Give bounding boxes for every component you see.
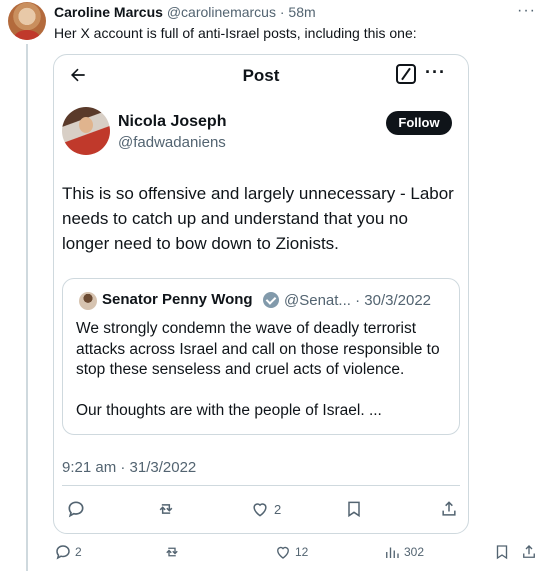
tweet-text: Her X account is full of anti-Israel pos… bbox=[54, 25, 417, 41]
share-button[interactable] bbox=[439, 499, 459, 519]
caroline-avatar[interactable] bbox=[8, 2, 46, 40]
quote-author-name: Senator Penny Wong bbox=[102, 291, 253, 308]
retweet-icon bbox=[159, 504, 173, 514]
author-handle[interactable]: @carolinemarcus bbox=[167, 4, 276, 20]
retweet-icon bbox=[166, 547, 178, 557]
post-author-handle[interactable]: @fadwadaniens bbox=[118, 134, 226, 151]
tweet-like-button[interactable]: 12 bbox=[274, 543, 308, 561]
quote-text: We strongly condemn the wave of deadly t… bbox=[76, 319, 454, 442]
quote-paragraph: We strongly condemn the wave of deadly t… bbox=[76, 320, 440, 378]
tweet-actions: 2 12 302 bbox=[0, 541, 550, 565]
nicola-avatar[interactable] bbox=[62, 107, 110, 155]
quote-date: · 30/3/2022 bbox=[355, 292, 432, 309]
author-name[interactable]: Caroline Marcus bbox=[54, 4, 163, 20]
tweet-like-count: 12 bbox=[295, 545, 309, 559]
views-button[interactable]: 302 bbox=[383, 543, 424, 561]
divider bbox=[62, 485, 460, 486]
quote-author-avatar bbox=[79, 292, 97, 310]
post-topbar: Post ··· bbox=[54, 55, 468, 95]
verified-badge-icon bbox=[263, 292, 279, 308]
follow-button[interactable]: Follow bbox=[386, 111, 452, 135]
tweet-reply-button[interactable]: 2 bbox=[54, 543, 82, 561]
post-author-name[interactable]: Nicola Joseph bbox=[118, 113, 226, 131]
quote-paragraph: Our thoughts are with the people of Isra… bbox=[76, 402, 382, 419]
like-count: 2 bbox=[274, 501, 282, 517]
post-text: This is so offensive and largely unneces… bbox=[62, 184, 454, 253]
quote-author-handle: @Senat... bbox=[284, 292, 351, 309]
tweet-header: Caroline Marcus @carolinemarcus · 58m bbox=[54, 4, 316, 20]
bookmark-button[interactable] bbox=[344, 499, 364, 519]
tweet-time[interactable]: · 58m bbox=[280, 4, 316, 20]
bookmark-icon bbox=[348, 501, 360, 518]
embedded-post-card[interactable]: Post ··· Nicola Joseph @fadwadaniens Fol… bbox=[53, 54, 469, 534]
quoted-post[interactable]: Senator Penny Wong @Senat... · 30/3/2022… bbox=[62, 278, 460, 435]
reply-icon bbox=[68, 501, 84, 518]
view-count: 302 bbox=[404, 545, 425, 559]
retweet-button[interactable] bbox=[156, 499, 176, 519]
bookmark-icon bbox=[496, 545, 508, 560]
heart-icon bbox=[253, 503, 267, 517]
reply-button[interactable] bbox=[66, 499, 86, 519]
share-icon bbox=[523, 545, 535, 558]
thread-line bbox=[26, 44, 28, 571]
share-icon bbox=[442, 501, 456, 516]
tweet-share-button[interactable] bbox=[520, 543, 538, 561]
post-more-icon[interactable]: ··· bbox=[425, 62, 446, 83]
heart-icon bbox=[277, 546, 289, 559]
views-icon bbox=[386, 547, 399, 558]
post-timestamp[interactable]: 9:21 am · 31/3/2022 bbox=[62, 459, 196, 476]
quote-meta: @Senat... · 30/3/2022 bbox=[284, 292, 431, 309]
more-options-icon[interactable]: ··· bbox=[517, 2, 536, 20]
reply-icon bbox=[56, 545, 70, 560]
post-actions: 2 bbox=[54, 487, 468, 533]
grok-icon[interactable] bbox=[396, 64, 416, 84]
tweet-retweet-button[interactable] bbox=[163, 543, 181, 561]
tweet-bookmark-button[interactable] bbox=[493, 543, 511, 561]
like-button[interactable]: 2 bbox=[250, 499, 281, 519]
reply-count: 2 bbox=[75, 545, 82, 559]
